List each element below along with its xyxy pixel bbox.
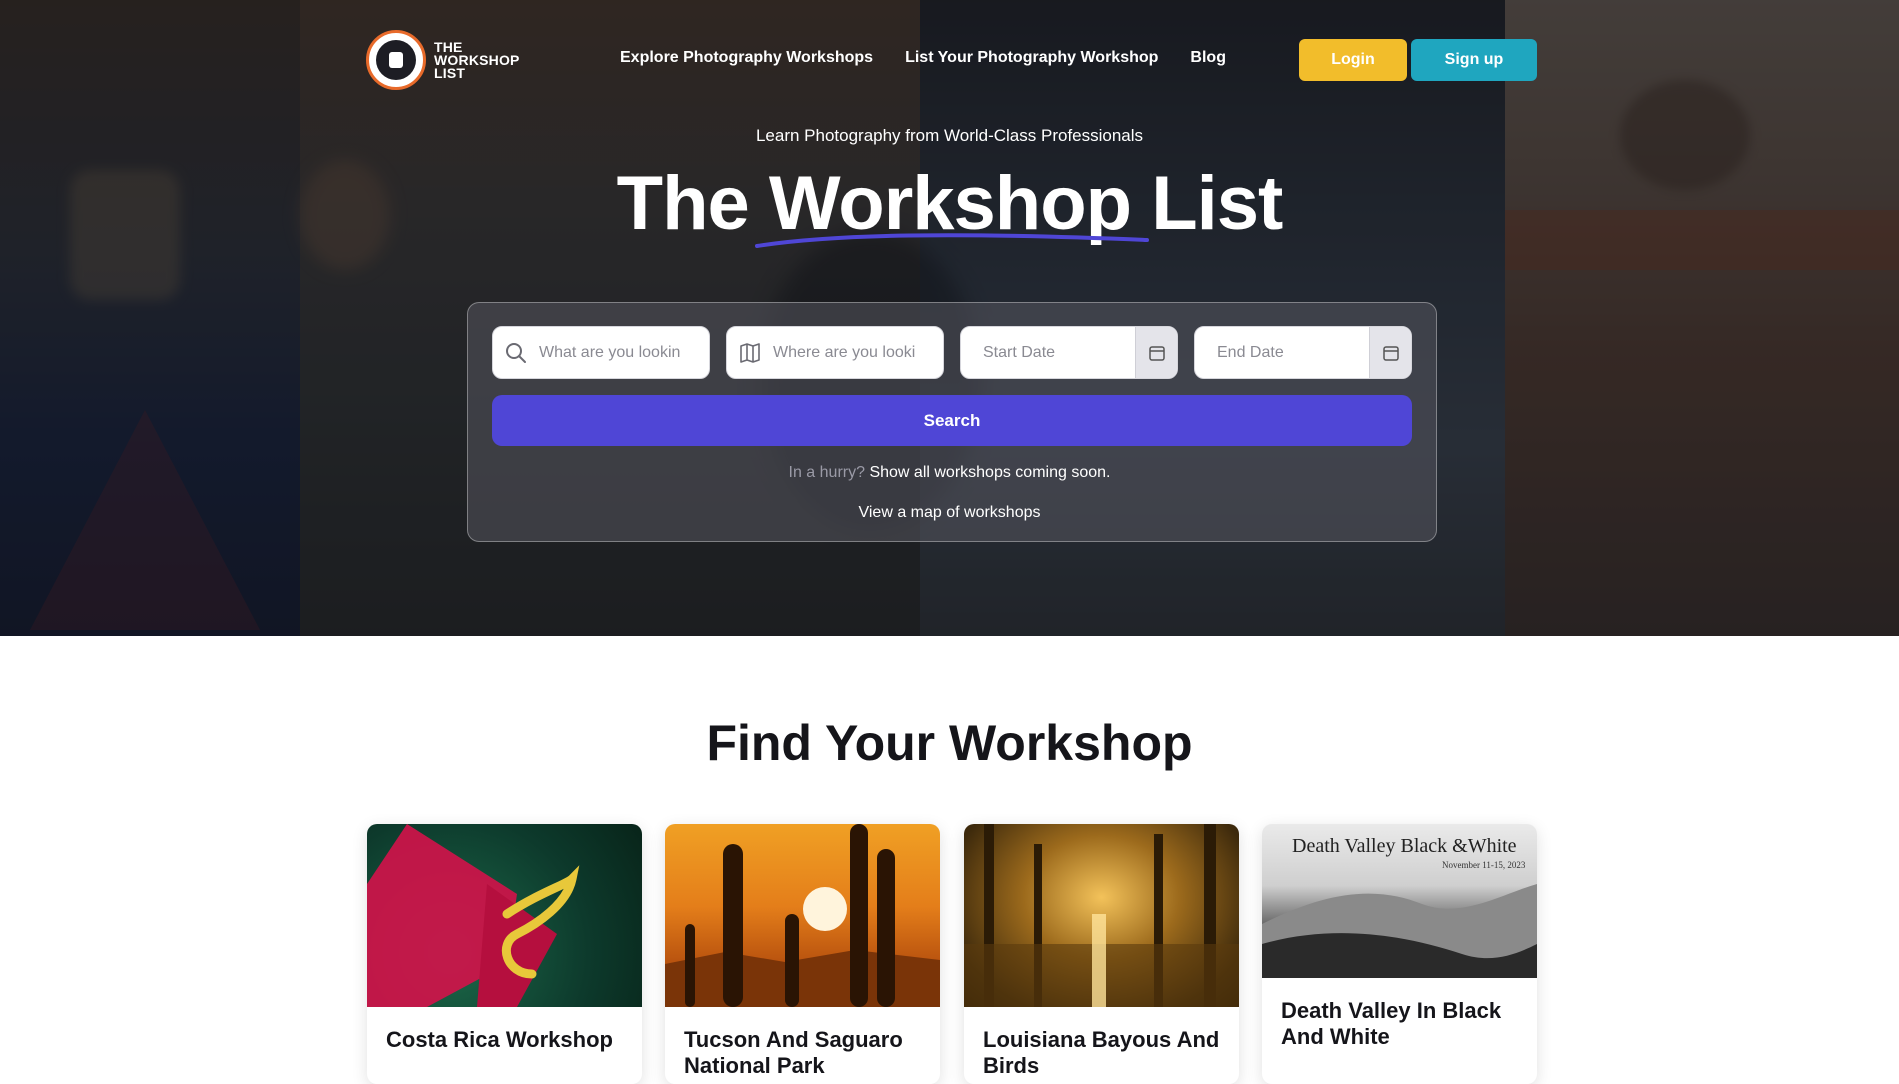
workshop-image: Death Valley Black &White November 11-15… xyxy=(1262,824,1537,978)
nav-link-explore[interactable]: Explore Photography Workshops xyxy=(620,49,873,67)
workshop-image xyxy=(367,824,642,1007)
start-date-field[interactable] xyxy=(960,326,1178,379)
workshop-image-date: November 11-15, 2023 xyxy=(1442,860,1526,870)
logo-line: LIST xyxy=(434,64,466,81)
section-title: Find Your Workshop xyxy=(706,715,1193,771)
nav-link-list-workshop[interactable]: List Your Photography Workshop xyxy=(905,49,1158,67)
show-all-link[interactable]: Show all workshops coming soon. xyxy=(869,464,1110,481)
search-button[interactable]: Search xyxy=(492,395,1412,446)
login-button[interactable]: Login xyxy=(1299,39,1407,81)
hero-tagline: Learn Photography from World-Class Profe… xyxy=(755,126,1144,145)
map-icon xyxy=(727,327,773,378)
workshop-image xyxy=(964,824,1239,1007)
nav-link-blog[interactable]: Blog xyxy=(1190,49,1226,67)
hurry-line: In a hurry? Show all workshops coming so… xyxy=(0,464,1899,482)
where-input[interactable] xyxy=(773,343,943,362)
calendar-icon[interactable] xyxy=(1369,327,1411,378)
signup-button[interactable]: Sign up xyxy=(1411,39,1537,81)
search-icon xyxy=(493,327,539,378)
workshop-card[interactable]: Louisiana Bayous And Birds xyxy=(964,824,1239,1084)
workshop-image-title: Death Valley Black &White xyxy=(1292,835,1517,857)
start-date-input[interactable] xyxy=(961,343,1135,362)
workshop-card[interactable]: Costa Rica Workshop xyxy=(367,824,642,1084)
workshop-image xyxy=(665,824,940,1007)
calendar-icon[interactable] xyxy=(1135,327,1177,378)
hurry-text: In a hurry? xyxy=(788,464,870,481)
top-nav: THE WORKSHOP LIST Explore Photography Wo… xyxy=(0,0,1899,120)
end-date-field[interactable] xyxy=(1194,326,1412,379)
workshop-title: Death Valley In Black And White xyxy=(1281,998,1502,1049)
what-search-field[interactable] xyxy=(492,326,710,379)
title-underline-swoosh xyxy=(755,233,1149,248)
workshop-title: Louisiana Bayous And Birds xyxy=(983,1027,1220,1078)
logo-text: THE WORKSHOP LIST xyxy=(434,40,520,81)
site-logo[interactable]: THE WORKSHOP LIST xyxy=(366,30,520,90)
nav-links: Explore Photography Workshops List Your … xyxy=(620,49,1226,67)
workshop-title: Tucson And Saguaro National Park xyxy=(684,1027,903,1078)
hero-title-post: List xyxy=(1131,161,1283,246)
hero-title-pre: The xyxy=(616,161,769,246)
what-input[interactable] xyxy=(539,343,709,362)
workshop-title: Costa Rica Workshop xyxy=(386,1027,613,1052)
view-map-link[interactable]: View a map of workshops xyxy=(0,504,1899,522)
workshop-card[interactable]: Tucson And Saguaro National Park xyxy=(665,824,940,1084)
workshop-card[interactable]: Death Valley Black &White November 11-15… xyxy=(1262,824,1537,1084)
where-search-field[interactable] xyxy=(726,326,944,379)
end-date-input[interactable] xyxy=(1195,343,1369,362)
aperture-logo-icon xyxy=(366,30,426,90)
